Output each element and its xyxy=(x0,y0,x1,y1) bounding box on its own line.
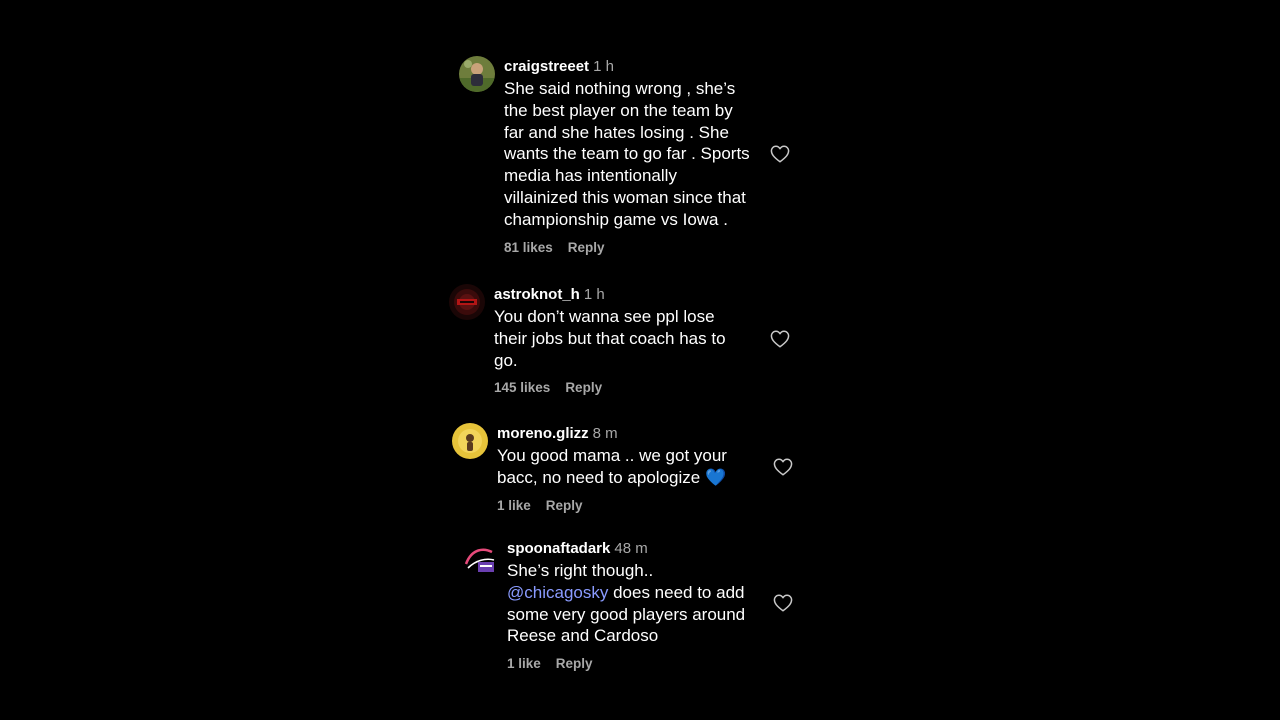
profile-photo-icon xyxy=(452,423,488,459)
avatar[interactable] xyxy=(459,56,495,92)
mention-link[interactable]: @chicagosky xyxy=(507,583,608,602)
timestamp: 8 m xyxy=(592,425,618,442)
profile-logo-icon xyxy=(462,542,498,578)
reply-button[interactable]: Reply xyxy=(546,498,583,513)
comment-item: craigstreeet 1 h She said nothing wrong ,… xyxy=(459,56,799,266)
comment-text: She said nothing wrong , she’s the best … xyxy=(504,78,794,231)
comment-item: spoonaftadark 48 m She’s right though.. @… xyxy=(462,538,802,678)
comment-body: astroknot_h 1 h You don’t wanna see ppl l… xyxy=(494,284,784,397)
timestamp: 1 h xyxy=(593,58,614,75)
like-button[interactable] xyxy=(773,594,793,612)
timestamp: 48 m xyxy=(614,540,648,557)
comments-feed: craigstreeet 1 h She said nothing wrong ,… xyxy=(0,0,1280,720)
avatar[interactable] xyxy=(462,542,498,578)
comment-line: She said nothing wrong , she’s xyxy=(504,79,736,98)
comment-meta: 145 likes Reply xyxy=(494,379,784,397)
comment-line: media has intentionally xyxy=(504,166,677,186)
likes-count[interactable]: 145 likes xyxy=(494,380,550,395)
heart-outline-icon xyxy=(770,330,790,348)
username[interactable]: moreno.glizz xyxy=(497,425,589,442)
comment-meta: 1 like Reply xyxy=(507,655,787,673)
comment-line: villainized this woman since that xyxy=(504,187,746,207)
comment-text: You don’t wanna see ppl lose their jobs … xyxy=(494,306,784,371)
comment-text: You good mama .. we got your bacc, no ne… xyxy=(497,445,787,489)
profile-photo-icon xyxy=(459,56,495,92)
comment-line: @chicagosky does need to add xyxy=(507,582,787,604)
comment-line: go. xyxy=(494,350,518,370)
likes-count[interactable]: 1 like xyxy=(507,656,541,671)
comment-line: wants the team to go far . Sports xyxy=(504,144,750,164)
comment-item: moreno.glizz 8 m You good mama .. we got … xyxy=(452,423,802,523)
comment-line: bacc, no need to apologize 💙 xyxy=(497,467,787,489)
reply-button[interactable]: Reply xyxy=(565,380,602,395)
like-button[interactable] xyxy=(770,145,790,163)
username[interactable]: astroknot_h xyxy=(494,286,580,303)
comment-header: spoonaftadark 48 m xyxy=(507,538,787,560)
username[interactable]: spoonaftadark xyxy=(507,540,610,557)
like-button[interactable] xyxy=(773,458,793,476)
comment-header: astroknot_h 1 h xyxy=(494,284,784,306)
comment-line: far and she hates losing . She xyxy=(504,122,729,142)
comment-text: She’s right though.. @chicagosky does ne… xyxy=(507,560,787,647)
comment-line: Reese and Cardoso xyxy=(507,626,659,646)
heart-outline-icon xyxy=(773,594,793,612)
blue-heart-emoji: 💙 xyxy=(704,467,727,487)
comment-header: craigstreeet 1 h xyxy=(504,56,794,78)
reply-button[interactable]: Reply xyxy=(568,240,605,255)
comment-body: spoonaftadark 48 m She’s right though.. @… xyxy=(507,538,787,673)
comment-line: their jobs but that coach has to xyxy=(494,328,726,348)
heart-outline-icon xyxy=(770,145,790,163)
reply-button[interactable]: Reply xyxy=(556,656,593,671)
comment-header: moreno.glizz 8 m xyxy=(497,423,787,445)
avatar[interactable] xyxy=(452,423,488,459)
heart-outline-icon xyxy=(773,458,793,476)
comment-line: some very good players around xyxy=(507,604,746,624)
comment-line: championship game vs Iowa . xyxy=(504,209,728,229)
comment-item: astroknot_h 1 h You don’t wanna see ppl l… xyxy=(449,284,799,404)
comment-line: You good mama .. we got your xyxy=(497,446,727,465)
comment-line: She’s right though.. xyxy=(507,561,654,580)
timestamp: 1 h xyxy=(583,286,605,303)
comment-body: craigstreeet 1 h She said nothing wrong ,… xyxy=(504,56,794,257)
comment-meta: 1 like Reply xyxy=(497,497,787,515)
comment-line: the best player on the team by xyxy=(504,100,733,120)
like-button[interactable] xyxy=(770,330,790,348)
comment-meta: 81 likes Reply xyxy=(504,239,794,257)
profile-photo-icon xyxy=(449,284,485,320)
comment-line: You don’t wanna see ppl lose xyxy=(494,307,715,326)
likes-count[interactable]: 1 like xyxy=(497,498,531,513)
username[interactable]: craigstreeet xyxy=(504,58,589,75)
comment-line-text: bacc, no need to apologize xyxy=(497,467,701,487)
comment-line-text: does need to add xyxy=(608,582,745,602)
avatar[interactable] xyxy=(449,284,485,320)
likes-count[interactable]: 81 likes xyxy=(504,240,553,255)
comment-body: moreno.glizz 8 m You good mama .. we got … xyxy=(497,423,787,515)
